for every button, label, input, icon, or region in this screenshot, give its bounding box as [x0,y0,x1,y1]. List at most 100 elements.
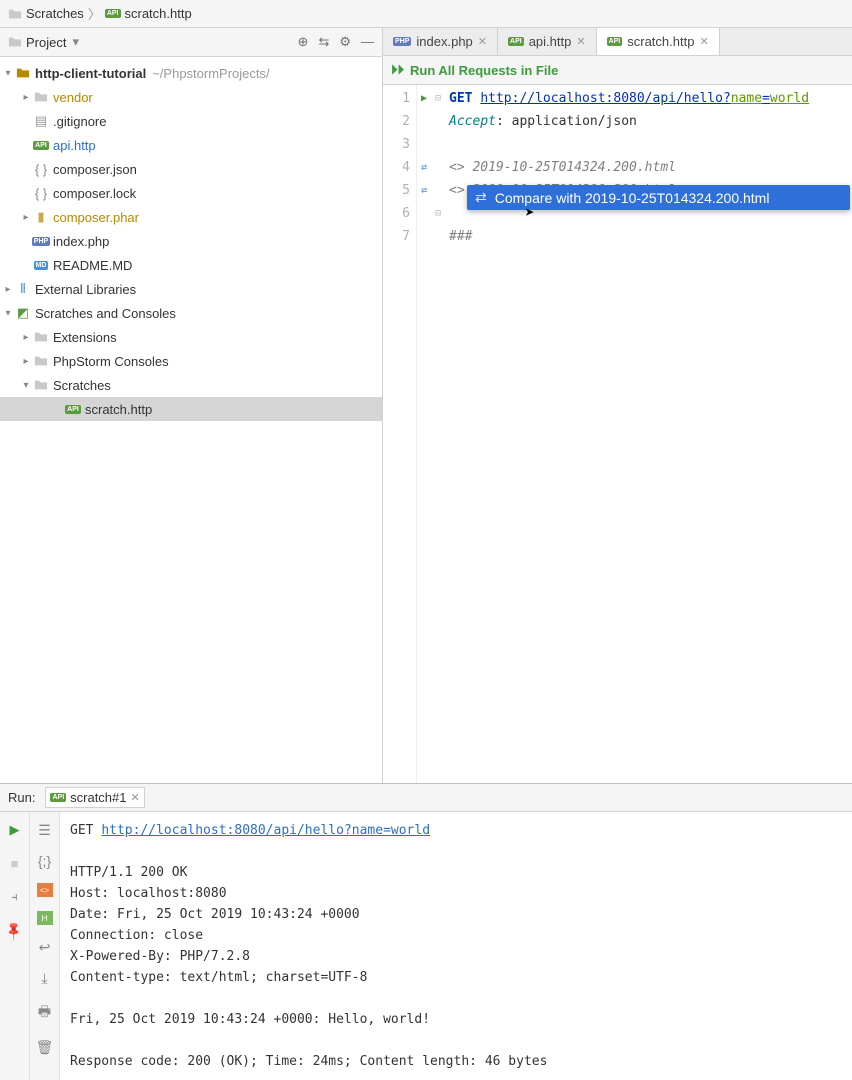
play-all-icon: ⏵⏵ [391,62,404,78]
tree-item-api-http[interactable]: ▸ API api.http [0,133,382,157]
compare-context-menu[interactable]: ⇄ Compare with 2019-10-25T014324.200.htm… [467,185,850,210]
pin-icon[interactable]: 📌 [6,923,22,939]
api-file-icon: API [64,405,82,414]
tree-label: api.http [53,138,96,153]
tree-external-libraries[interactable]: ▸ ⫴ External Libraries [0,277,382,301]
layout-icon[interactable]: ⫞ [11,889,18,905]
tree-scratch-file[interactable]: ▸ API scratch.http [0,397,382,421]
chevron-right-icon: ▸ [20,356,32,367]
tree-item-vendor[interactable]: ▸ vendor [0,85,382,109]
api-file-icon: API [607,37,623,46]
target-icon[interactable]: ⊕ [298,34,309,50]
breadcrumb-file[interactable]: scratch.http [125,6,192,21]
run-toolbar-main: ▶ ■ ⫞ 📌 [0,812,30,1080]
diff-icon[interactable]: ⇄ [421,185,427,196]
chevron-down-icon: ▾ [20,380,32,391]
json-file-icon: { } [32,162,50,177]
run-tab[interactable]: API scratch#1 ✕ [45,787,144,808]
sidebar-title[interactable]: Project ▾ [8,34,79,50]
tree-item-composer-phar[interactable]: ▸ ▮ composer.phar [0,205,382,229]
editor-body[interactable]: 1234567 ▶ ⇄ ⇄ ⊟⊟ GET http://localhost:80… [383,85,852,783]
folder-icon [32,354,50,368]
line-gutter: 1234567 [383,85,417,783]
run-body: ▶ ■ ⫞ 📌 ☰ {;} <> H ↩ ⤓ 🖶 🗑 GET http://lo… [0,812,852,1080]
tree-scratches-folder[interactable]: ▾ Scratches [0,373,382,397]
json-tree-icon[interactable]: {;} [38,853,51,869]
project-sidebar: Project ▾ ⊕ ⇆ ⚙ — ▾ http-client-tutorial… [0,28,383,783]
out-summary: Response code: 200 (OK); Time: 24ms; Con… [70,1054,547,1069]
text-icon[interactable]: ☰ [38,822,51,839]
run-output[interactable]: GET http://localhost:8080/api/hello?name… [60,812,852,1080]
tree-item-index-php[interactable]: ▸ PHP index.php [0,229,382,253]
url-param-key: name [731,91,762,106]
tree-label: .gitignore [53,114,106,129]
run-all-banner[interactable]: ⏵⏵ Run All Requests in File [383,56,852,85]
breadcrumb-root[interactable]: Scratches [26,6,84,21]
tree-extensions[interactable]: ▸ Extensions [0,325,382,349]
close-icon[interactable]: ✕ [699,35,708,48]
gear-icon[interactable]: ⚙ [339,34,351,50]
run-banner-label: Run All Requests in File [410,63,558,78]
tree-label: composer.lock [53,186,136,201]
code-area[interactable]: GET http://localhost:8080/api/hello?name… [445,85,852,783]
main-area: Project ▾ ⊕ ⇆ ⚙ — ▾ http-client-tutorial… [0,28,852,783]
out-line: Host: localhost:8080 [70,886,227,901]
http-method: GET [449,91,472,106]
chevron-down-icon: ▾ [2,68,14,79]
chevron-right-icon: ▸ [20,332,32,343]
php-file-icon: PHP [32,237,50,246]
sidebar-header: Project ▾ ⊕ ⇆ ⚙ — [0,28,382,57]
tab-label: scratch.http [627,34,694,49]
soft-wrap-icon[interactable]: ↩ [39,939,51,956]
tree-label: README.MD [53,258,132,273]
tree-label: composer.json [53,162,137,177]
print-icon[interactable]: 🖶 [38,1001,51,1025]
editor-tabs: PHP index.php ✕ API api.http ✕ API scrat… [383,28,852,56]
tree-phpstorm-consoles[interactable]: ▸ PhpStorm Consoles [0,349,382,373]
play-icon[interactable]: ▶ [421,93,427,104]
archive-icon: ▮ [32,209,50,225]
scroll-to-end-icon[interactable]: ⤓ [41,970,47,987]
close-icon[interactable]: ✕ [478,35,487,48]
header-value: application/json [512,114,637,129]
close-icon[interactable]: ✕ [576,35,585,48]
html-view-icon[interactable]: <> [37,883,53,897]
sidebar-title-label: Project [26,35,66,50]
folder-icon [8,7,22,21]
play-icon[interactable]: ▶ [10,822,20,838]
collapse-icon[interactable]: ⇆ [318,34,329,50]
tree-item-gitignore[interactable]: ▸ ▤ .gitignore [0,109,382,133]
tab-label: index.php [416,34,472,49]
tree-item-readme[interactable]: ▸ MD README.MD [0,253,382,277]
out-url[interactable]: http://localhost:8080/api/hello?name=wor… [101,823,430,838]
tab-index-php[interactable]: PHP index.php ✕ [383,28,498,55]
chevron-right-icon: ▸ [20,92,32,103]
diff-icon: ⇄ [475,189,487,206]
context-menu-label: Compare with 2019-10-25T014324.200.html [495,190,770,206]
tree-scratches-root[interactable]: ▾ ◩ Scratches and Consoles [0,301,382,325]
diff-icon[interactable]: ⇄ [421,162,427,173]
breadcrumb: Scratches 〉 API scratch.http [0,0,852,28]
markdown-file-icon: MD [32,261,50,270]
close-icon[interactable]: ✕ [131,791,140,804]
php-file-icon: PHP [393,37,411,46]
tab-api-http[interactable]: API api.http ✕ [498,28,597,55]
editor-area: PHP index.php ✕ API api.http ✕ API scrat… [383,28,852,783]
tree-label: composer.phar [53,210,139,225]
root-label: http-client-tutorial [35,66,146,81]
json-file-icon: { } [32,186,50,201]
api-file-icon: API [50,793,66,802]
tree-label: PhpStorm Consoles [53,354,169,369]
tree-root[interactable]: ▾ http-client-tutorial ~/PhpstormProject… [0,61,382,85]
trash-icon[interactable]: 🗑 [36,1039,54,1056]
tab-scratch-http[interactable]: API scratch.http ✕ [597,28,720,55]
scratches-icon: ◩ [14,305,32,321]
minimize-icon[interactable]: — [361,34,374,50]
run-panel-header: Run: API scratch#1 ✕ [0,784,852,812]
stop-icon[interactable]: ■ [11,856,19,871]
tree-item-composer-lock[interactable]: ▸ { } composer.lock [0,181,382,205]
http-view-icon[interactable]: H [37,911,53,925]
tree-label: External Libraries [35,282,136,297]
project-folder-icon [14,66,32,80]
tree-item-composer-json[interactable]: ▸ { } composer.json [0,157,382,181]
